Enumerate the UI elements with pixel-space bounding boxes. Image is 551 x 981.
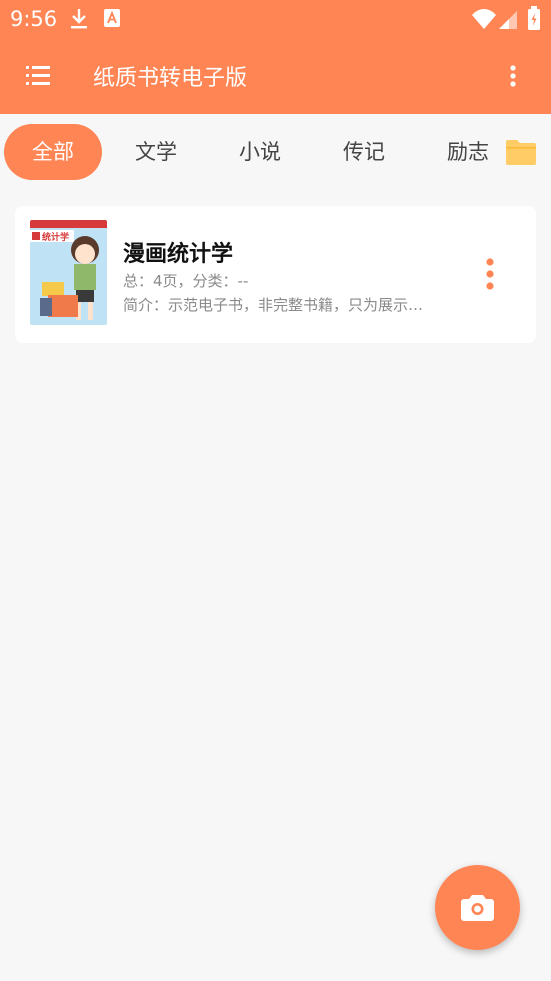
book-cover-image: 统计学 xyxy=(30,220,107,325)
tab-literature[interactable]: 文学 xyxy=(107,124,205,180)
book-card[interactable]: 统计学 漫画统计学 总：4页，分类：-- 简介：示范电子书，非完整书籍，只为展示… xyxy=(15,206,536,343)
download-icon xyxy=(70,8,88,34)
app-title: 纸质书转电子版 xyxy=(93,66,248,91)
camera-icon xyxy=(461,895,494,921)
menu-icon[interactable] xyxy=(22,62,54,90)
tab-all[interactable]: 全部 xyxy=(4,124,102,180)
wifi-icon xyxy=(472,9,496,33)
more-vert-icon[interactable] xyxy=(502,62,524,90)
status-bar: 9:56 xyxy=(0,0,551,38)
signal-icon xyxy=(499,11,517,33)
status-time: 9:56 xyxy=(10,7,58,31)
tab-novel[interactable]: 小说 xyxy=(211,124,309,180)
app-bar: 纸质书转电子版 xyxy=(0,38,551,114)
tab-inspirational[interactable]: 励志 xyxy=(419,124,517,180)
folder-icon[interactable] xyxy=(505,138,537,166)
book-intro: 简介：示范电子书，非完整书籍，只为展示… xyxy=(123,296,424,314)
camera-fab-button[interactable] xyxy=(435,865,520,950)
a-notification-icon xyxy=(104,9,120,31)
book-title: 漫画统计学 xyxy=(123,242,234,267)
tab-biography[interactable]: 传记 xyxy=(315,124,413,180)
battery-icon xyxy=(528,6,540,34)
book-meta: 总：4页，分类：-- xyxy=(123,272,249,290)
book-more-icon[interactable] xyxy=(480,254,500,294)
cover-title: 统计学 xyxy=(42,231,69,243)
category-tabs: 全部 文学 小说 传记 励志 xyxy=(0,114,551,190)
